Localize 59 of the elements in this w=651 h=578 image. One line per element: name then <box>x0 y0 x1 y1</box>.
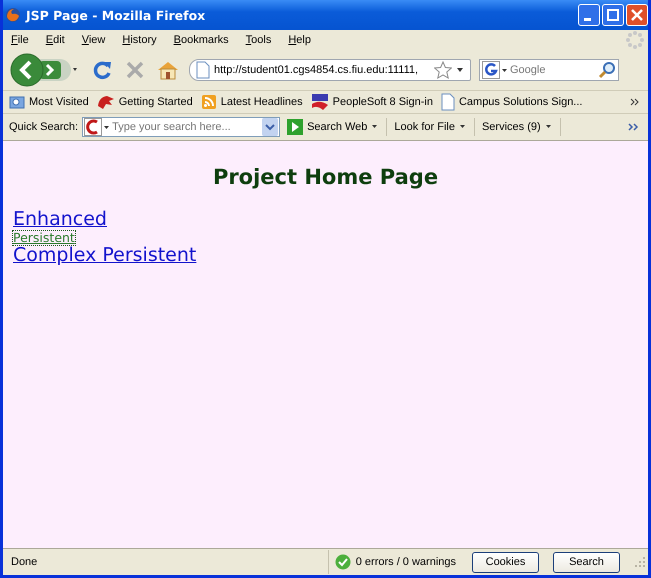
menu-item[interactable]: File <box>11 34 29 46</box>
status-button[interactable]: Search <box>553 552 620 572</box>
caret-icon <box>544 124 553 130</box>
quick-search-field[interactable]: Type your search here... <box>82 117 280 137</box>
chevron-icon[interactable] <box>628 123 640 131</box>
resize-grip-icon[interactable] <box>634 556 646 568</box>
bookmark-link[interactable]: Latest Headlines <box>220 96 303 108</box>
page-icon <box>440 93 455 111</box>
maximize-icon <box>607 9 619 21</box>
reload-icon[interactable] <box>93 60 113 80</box>
status-button[interactable]: Cookies <box>472 552 539 572</box>
star-icon[interactable] <box>434 61 452 79</box>
validator-status: 0 errors / 0 warnings <box>356 556 456 568</box>
search-icon[interactable] <box>598 61 616 79</box>
page-link[interactable]: Complex Persistent <box>13 245 196 268</box>
toolbar-menu-button[interactable]: Look for File <box>391 121 470 133</box>
status-text: Done <box>11 556 38 568</box>
bookmark-link[interactable]: Getting Started <box>118 96 193 108</box>
throbber-icon <box>626 31 644 49</box>
check-icon <box>334 554 351 570</box>
close-button[interactable] <box>626 4 648 26</box>
dropdown-icon[interactable] <box>262 118 278 136</box>
play-icon <box>287 119 304 135</box>
feed-icon <box>200 94 217 110</box>
bookmark-link[interactable]: Most Visited <box>29 96 89 108</box>
minimize-button[interactable] <box>578 4 600 26</box>
firefox-icon <box>5 7 21 23</box>
page-heading: Project Home Page <box>212 165 440 189</box>
menu-item[interactable]: Bookmarks <box>174 34 229 46</box>
engine-icon[interactable] <box>84 118 110 136</box>
close-icon <box>631 9 643 21</box>
caret-icon <box>371 124 380 130</box>
home-icon[interactable] <box>157 60 179 80</box>
search-field[interactable]: Google <box>479 59 619 81</box>
page-icon <box>196 61 210 79</box>
google-icon[interactable] <box>482 61 508 79</box>
folder-icon <box>9 94 25 110</box>
menu-item[interactable]: Edit <box>46 34 65 46</box>
menu-item[interactable]: History <box>122 34 157 46</box>
menu-item[interactable]: Tools <box>246 34 272 46</box>
quick-search-input[interactable]: Type your search here... <box>110 120 262 134</box>
menu-item[interactable]: View <box>82 34 106 46</box>
toolbar-menu-button[interactable]: Services (9) <box>478 121 556 133</box>
page-link[interactable]: Enhanced <box>13 209 107 231</box>
minimize-icon <box>584 18 591 20</box>
address-field[interactable]: http://student01.cgs4854.cs.fiu.edu:11111, <box>189 59 471 81</box>
dropdown-icon[interactable] <box>456 67 464 73</box>
bookmark-link[interactable]: Campus Solutions Sign... <box>458 96 582 108</box>
chevron-icon[interactable] <box>630 98 640 106</box>
bookmark-link[interactable]: PeopleSoft 8 Sign-in <box>332 96 433 108</box>
page-link[interactable]: Persistent <box>13 230 75 246</box>
maximize-button[interactable] <box>602 4 624 26</box>
menu-item[interactable]: Help <box>288 34 311 46</box>
quick-search-label: Quick Search: <box>9 121 78 133</box>
logo-icon <box>310 93 329 111</box>
window-title: JSP Page - Mozilla Firefox <box>26 8 206 22</box>
search-web-button[interactable]: Search Web <box>284 119 382 135</box>
caret-icon <box>458 124 467 130</box>
search-input[interactable]: Google <box>508 63 598 77</box>
